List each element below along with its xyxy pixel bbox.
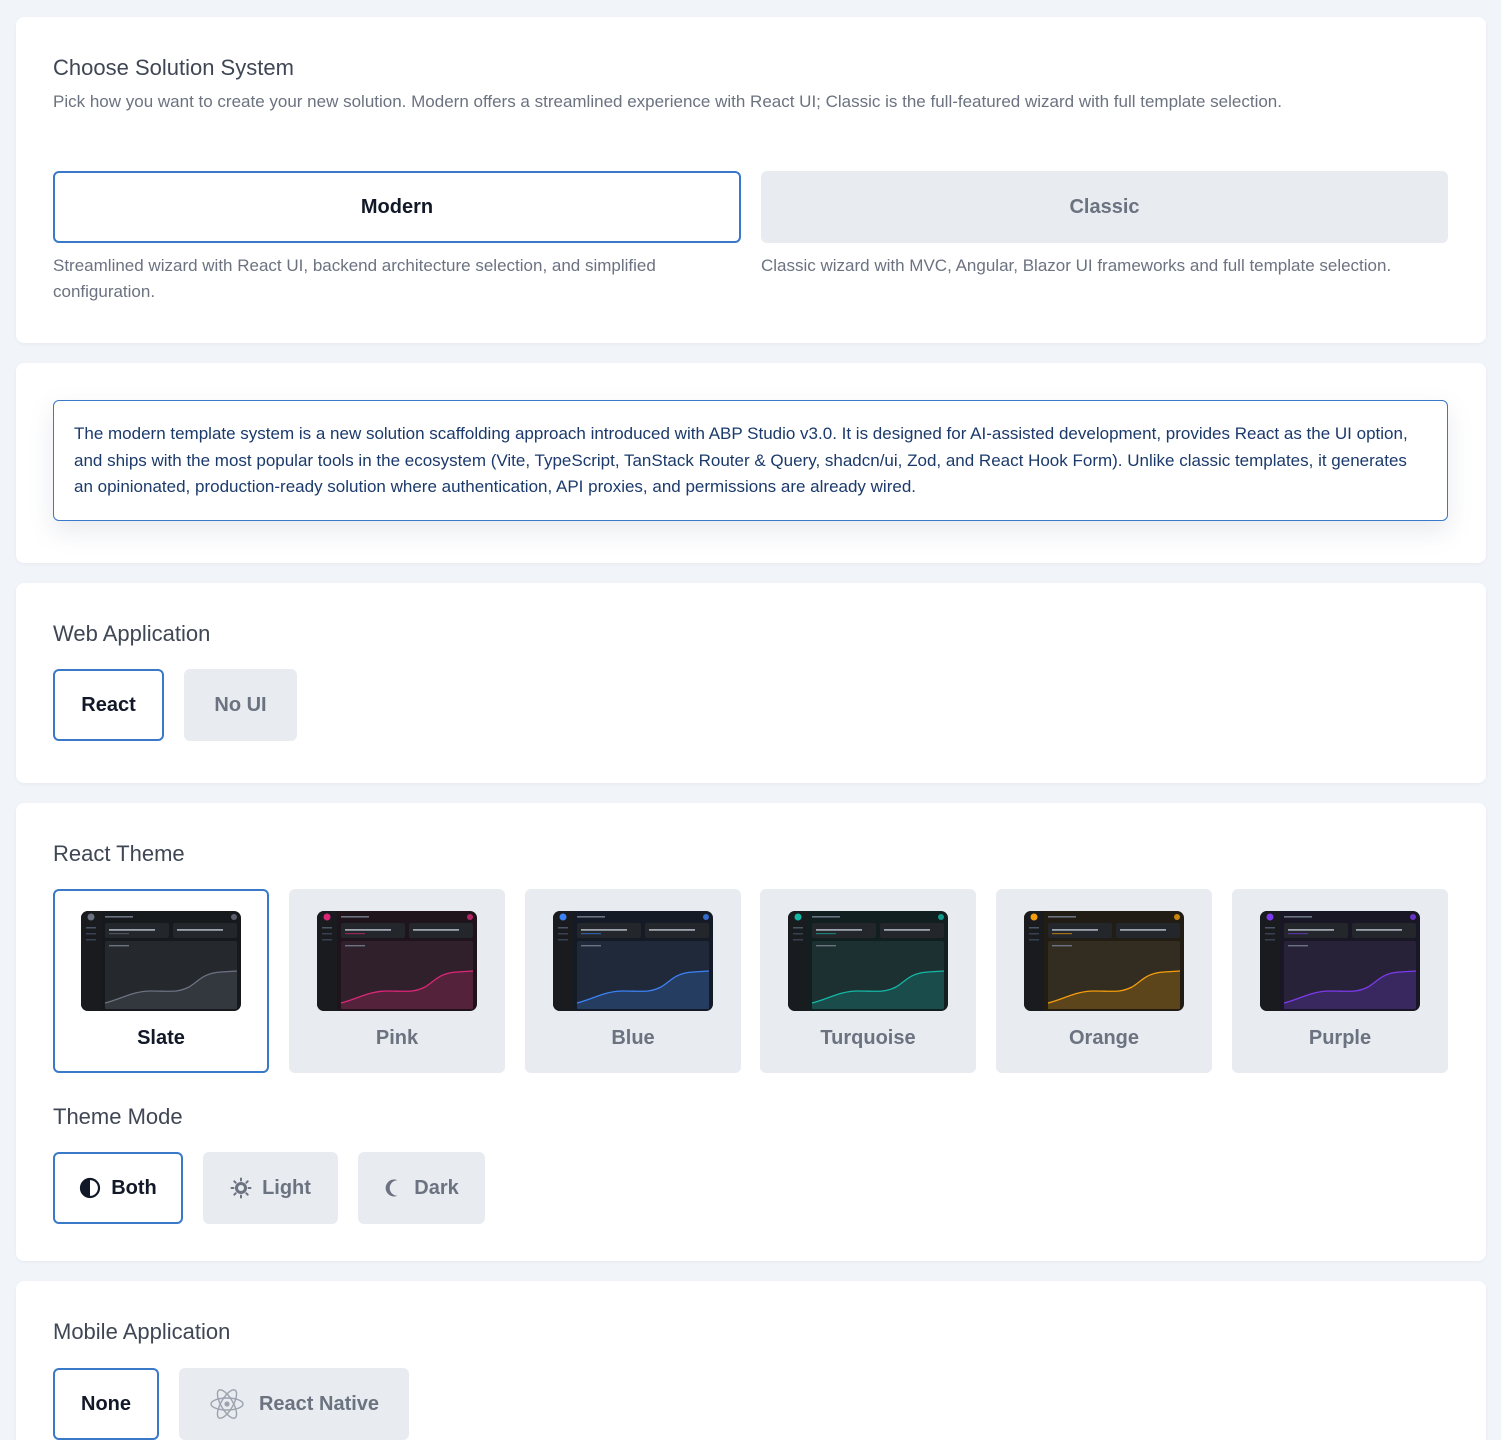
modern-template-info: The modern template system is a new solu… <box>53 400 1448 521</box>
classic-option-description: Classic wizard with MVC, Angular, Blazor… <box>761 256 1392 275</box>
half-circle-icon <box>79 1177 101 1199</box>
theme-option-turquoise[interactable]: Turquoise <box>760 889 976 1073</box>
react-ui-label: React <box>81 693 136 716</box>
theme-option-slate[interactable]: Slate <box>53 889 269 1073</box>
theme-mode-light-button[interactable]: Light <box>203 1152 338 1224</box>
theme-label-turquoise: Turquoise <box>820 1027 916 1049</box>
theme-mode-both-button[interactable]: Both <box>53 1152 183 1224</box>
no-ui-label: No UI <box>214 693 267 716</box>
theme-option-orange[interactable]: Orange <box>996 889 1212 1073</box>
theme-preview-blue <box>553 911 713 1011</box>
theme-label-orange: Orange <box>1068 1027 1140 1049</box>
solution-system-title: Choose Solution System <box>53 55 294 80</box>
theme-preview-turquoise <box>788 911 948 1011</box>
solution-system-description: Pick how you want to create your new sol… <box>53 92 1282 111</box>
theme-option-purple[interactable]: Purple <box>1232 889 1448 1073</box>
theme-option-blue[interactable]: Blue <box>525 889 741 1073</box>
modern-option-label: Modern <box>360 195 434 218</box>
moon-icon <box>384 1178 404 1198</box>
no-ui-button[interactable]: No UI <box>184 669 297 741</box>
mobile-none-label: None <box>81 1392 131 1415</box>
modern-option-description: Streamlined wizard with React UI, backen… <box>53 256 656 301</box>
theme-preview-slate <box>81 911 241 1011</box>
theme-label-pink: Pink <box>375 1027 419 1049</box>
theme-option-pink[interactable]: Pink <box>289 889 505 1073</box>
web-application-card: Web Application React No UI <box>16 583 1486 783</box>
mobile-application-card: Mobile Application None React Native <box>16 1281 1486 1440</box>
theme-preview-pink <box>317 911 477 1011</box>
solution-system-card: Choose Solution System Pick how you want… <box>16 17 1486 343</box>
mobile-none-button[interactable]: None <box>53 1368 159 1440</box>
classic-option-button[interactable]: Classic <box>761 171 1448 243</box>
sun-icon <box>230 1177 252 1199</box>
theme-mode-title: Theme Mode <box>53 1104 183 1129</box>
mobile-application-title: Mobile Application <box>53 1319 231 1344</box>
react-icon <box>209 1388 245 1420</box>
theme-label-purple: Purple <box>1308 1027 1372 1049</box>
react-theme-title: React Theme <box>53 841 185 866</box>
theme-label-slate: Slate <box>137 1027 185 1049</box>
react-native-label: React Native <box>258 1392 380 1415</box>
theme-mode-dark-button[interactable]: Dark <box>358 1152 485 1224</box>
theme-preview-orange <box>1024 911 1184 1011</box>
theme-preview-purple <box>1260 911 1420 1011</box>
theme-label-blue: Blue <box>611 1027 655 1049</box>
theme-mode-light-label: Light <box>262 1176 311 1199</box>
classic-option-label: Classic <box>1069 195 1140 218</box>
web-application-title: Web Application <box>53 621 211 646</box>
react-native-button[interactable]: React Native <box>179 1368 409 1440</box>
theme-mode-both-label: Both <box>111 1176 157 1199</box>
theme-mode-dark-label: Dark <box>414 1176 459 1199</box>
modern-option-button[interactable]: Modern <box>53 171 741 243</box>
info-card: The modern template system is a new solu… <box>16 363 1486 563</box>
react-ui-button[interactable]: React <box>53 669 164 741</box>
react-theme-card: React Theme Theme Mode Both Light Dark S… <box>16 803 1486 1261</box>
